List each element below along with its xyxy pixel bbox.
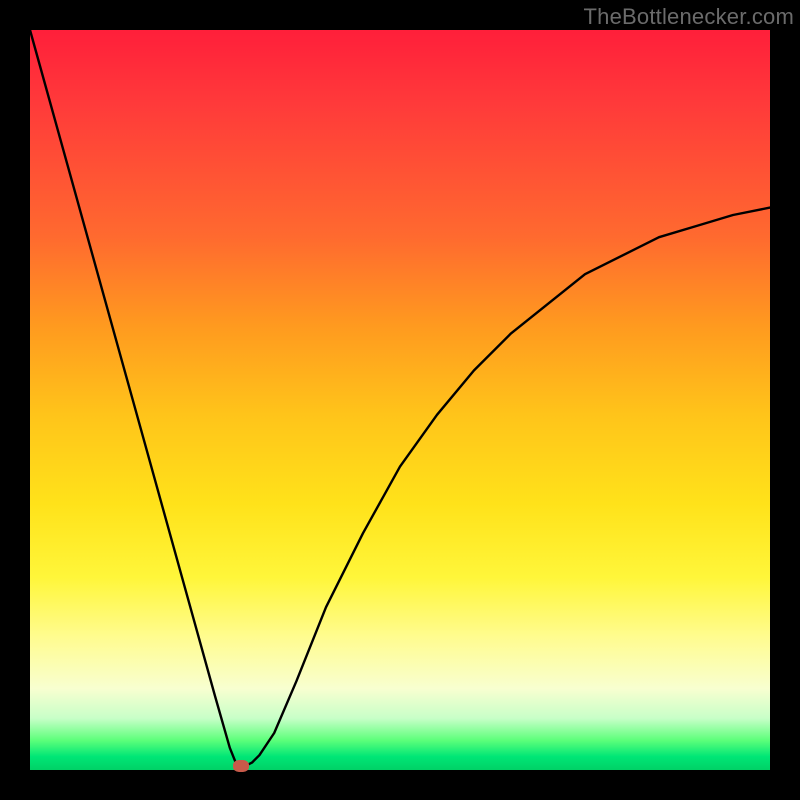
bottleneck-curve — [30, 30, 770, 770]
plot-area — [30, 30, 770, 770]
curve-line — [30, 30, 770, 766]
watermark-text: TheBottlenecker.com — [584, 4, 794, 30]
chart-stage: TheBottlenecker.com — [0, 0, 800, 800]
optimum-marker — [233, 760, 249, 772]
